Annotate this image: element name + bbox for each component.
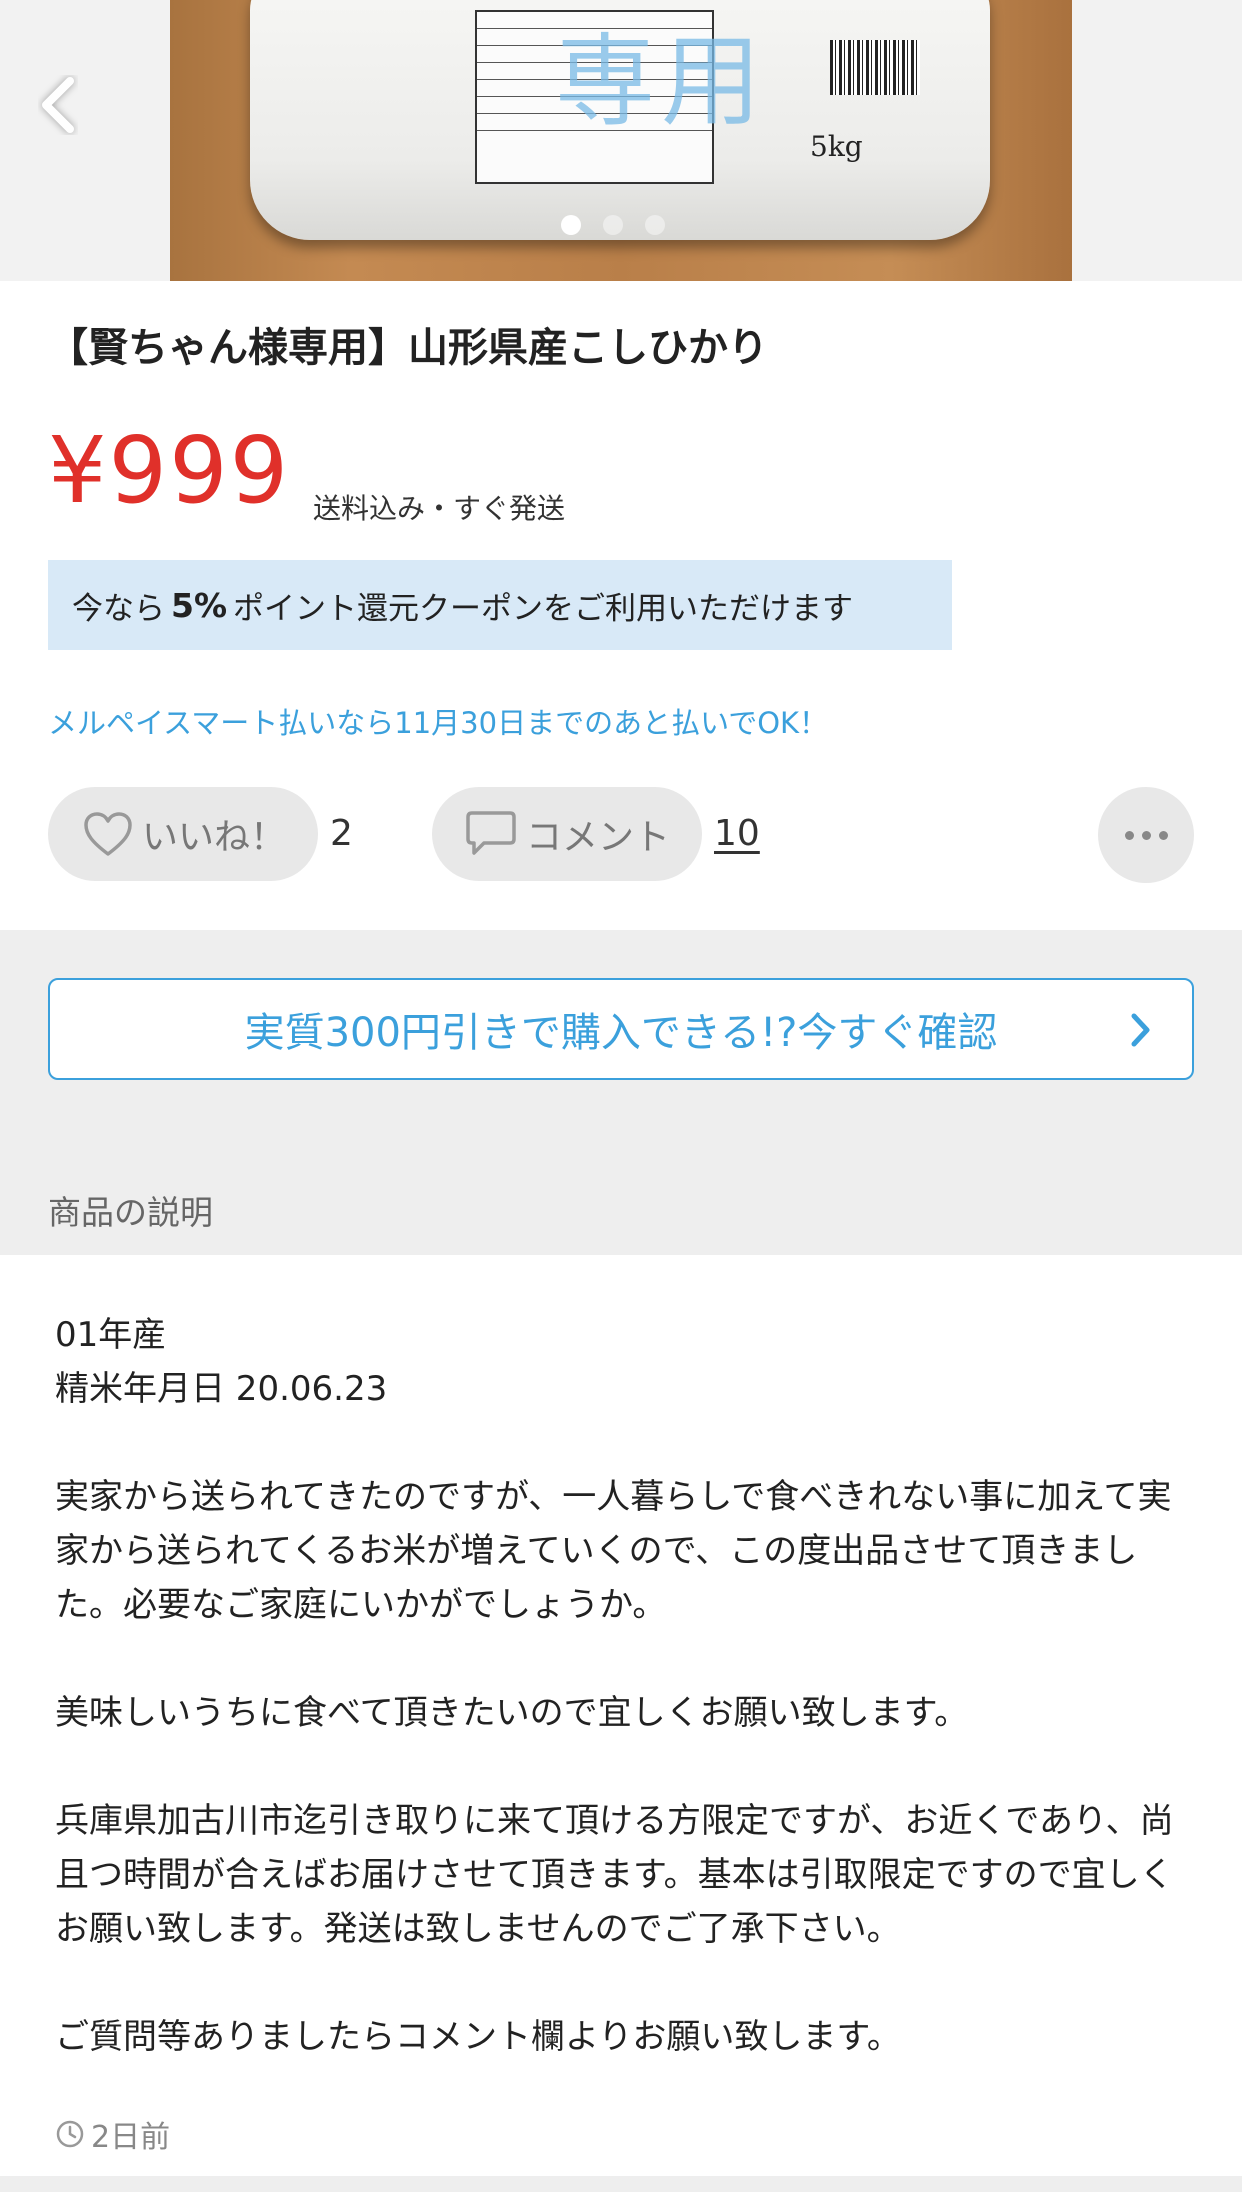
reserved-overlay-text: 専用	[555, 23, 767, 140]
description-paragraph: 美味しいうちに食べて頂きたいので宜しくお願い致します。	[55, 1693, 969, 1733]
clock-icon	[56, 2120, 84, 2148]
like-count: 2	[330, 813, 353, 854]
like-label: いいね！	[142, 817, 287, 858]
discount-check-button[interactable]: 実質300円引きで購入できる!?今すぐ確認	[48, 978, 1194, 1080]
product-photo[interactable]: 5kg 専用	[170, 0, 1072, 281]
speech-bubble-icon	[466, 811, 516, 855]
shipping-info: 送料込み・すぐ発送	[313, 492, 566, 525]
merpay-notice-link[interactable]: メルペイスマート払いなら11月30日までのあと払いでOK！	[48, 700, 828, 742]
ellipsis-icon	[1124, 830, 1134, 840]
posted-time: 2日前	[55, 2112, 170, 2156]
description-paragraph: 兵庫県加古川市迄引き取りに来て頂ける方限定ですが、お近くであり、尚且つ時間が合え…	[55, 1801, 1174, 1949]
coupon-rate: 5%	[171, 585, 228, 625]
coupon-prefix: 今なら	[72, 590, 165, 627]
like-button[interactable]: いいね！	[48, 787, 318, 881]
coupon-banner[interactable]: 今なら 5% ポイント還元クーポンをご利用いただけます	[48, 560, 952, 650]
promo-button-label: 実質300円引きで購入できる!?今すぐ確認	[244, 1010, 998, 1056]
posted-time-text: 2日前	[91, 2120, 171, 2155]
carousel-dot[interactable]	[561, 215, 581, 235]
item-price: ¥999	[48, 417, 291, 524]
description-line: 精米年月日 20.06.23	[55, 1369, 388, 1409]
description-paragraph: ご質問等ありましたらコメント欄よりお願い致します。	[55, 2017, 901, 2057]
comment-count-link[interactable]: 10	[714, 813, 760, 854]
back-button[interactable]	[28, 70, 88, 140]
section-heading-description: 商品の説明	[48, 1193, 213, 1232]
item-title: 【賢ちゃん様専用】山形県産こしひかり	[48, 325, 768, 371]
bag-weight: 5kg	[810, 130, 863, 163]
comment-label: コメント	[526, 817, 671, 858]
more-options-button[interactable]	[1098, 787, 1194, 883]
item-description: 01年産 精米年月日 20.06.23 実家から送られてきたのですが、一人暮らし…	[55, 1308, 1205, 2064]
description-line: 01年産	[55, 1315, 167, 1355]
comment-button[interactable]: コメント	[432, 787, 702, 881]
product-image-carousel[interactable]: 5kg 専用	[0, 0, 1242, 281]
section-divider	[0, 2176, 1242, 2192]
chevron-right-icon	[1131, 1013, 1150, 1047]
rice-bag-image: 5kg 専用	[250, 0, 990, 240]
carousel-dot[interactable]	[645, 215, 665, 235]
heart-icon	[84, 812, 132, 856]
carousel-dots	[561, 215, 665, 235]
barcode-graphic	[830, 40, 920, 95]
chevron-left-icon	[42, 77, 74, 133]
carousel-dot[interactable]	[603, 215, 623, 235]
description-paragraph: 実家から送られてきたのですが、一人暮らしで食べきれない事に加えて実家から送られて…	[55, 1477, 1172, 1625]
coupon-suffix: ポイント還元クーポンをご利用いただけます	[233, 590, 854, 627]
